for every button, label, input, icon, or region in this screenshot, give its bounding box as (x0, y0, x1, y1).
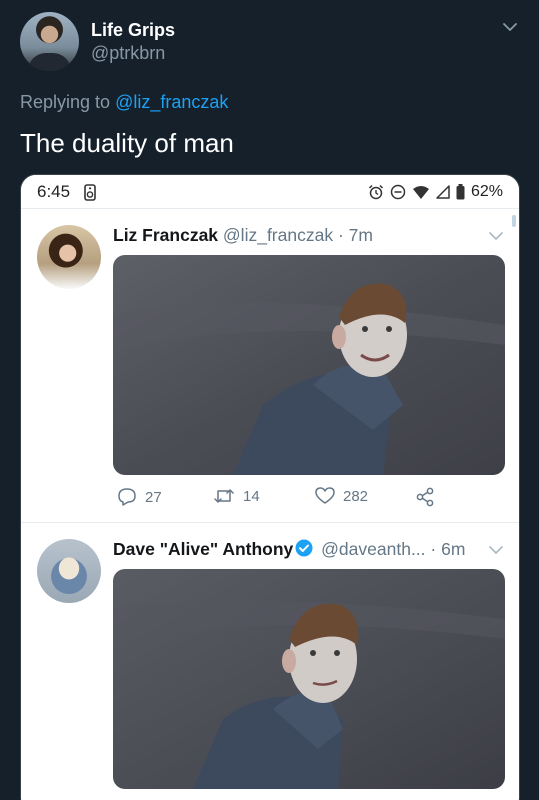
battery-icon (456, 184, 465, 200)
heart-icon (315, 487, 335, 504)
embedded-tweet-display-name[interactable]: Dave "Alive" Anthony (113, 539, 293, 559)
wifi-icon (412, 185, 429, 199)
phone-status-bar: 6:45 62% (21, 175, 519, 209)
embedded-tweet[interactable]: Liz Franczak @liz_franczak · 7m 27 14 28… (21, 211, 519, 523)
status-time: 6:45 (37, 182, 71, 201)
embedded-tweet-photo[interactable] (113, 569, 505, 789)
author-handle[interactable]: @ptrkbrn (91, 43, 165, 64)
retweet-icon (214, 489, 234, 503)
retweet-count: 14 (243, 487, 260, 505)
embedded-tweet-handle[interactable]: @liz_franczak (223, 225, 333, 245)
like-button[interactable]: 282 (315, 487, 368, 505)
share-button[interactable] (415, 487, 435, 507)
embedded-tweet-time[interactable]: · 7m (338, 225, 373, 245)
embedded-tweet-name-row: Liz Franczak @liz_franczak · 7m (113, 225, 373, 246)
replying-to: Replying to @liz_franczak (20, 92, 228, 113)
embedded-tweet-avatar[interactable] (37, 539, 101, 603)
author-display-name[interactable]: Life Grips (91, 20, 175, 41)
embedded-tweet-handle[interactable]: @daveanth... (321, 539, 425, 559)
embedded-tweet-display-name[interactable]: Liz Franczak (113, 225, 218, 245)
reply-icon (118, 488, 136, 506)
author-avatar[interactable] (20, 12, 79, 71)
reply-button[interactable]: 27 (117, 487, 162, 507)
verified-badge-icon (295, 539, 313, 557)
replying-prefix: Replying to (20, 92, 111, 112)
cell-signal-icon (436, 185, 450, 199)
do-not-disturb-icon (390, 184, 406, 200)
embedded-tweet[interactable]: Dave "Alive" Anthony @daveanth... · 6m (21, 525, 519, 800)
tweet-text: The duality of man (20, 128, 234, 158)
embedded-tweet-actions: 27 14 282 (113, 487, 453, 509)
chevron-down-icon[interactable] (489, 231, 503, 241)
chevron-down-icon[interactable] (489, 545, 503, 555)
battery-percent: 62% (470, 183, 503, 200)
embedded-tweet-photo[interactable] (113, 255, 505, 475)
chevron-down-icon[interactable] (501, 18, 519, 36)
retweet-button[interactable]: 14 (213, 487, 260, 505)
replying-mention-link[interactable]: @liz_franczak (115, 92, 228, 112)
alarm-icon (368, 184, 383, 200)
embedded-tweet-avatar[interactable] (37, 225, 101, 289)
share-icon (416, 487, 434, 507)
reply-count: 27 (145, 488, 162, 506)
tweet-header: Life Grips @ptrkbrn (20, 12, 525, 72)
speaker-icon (84, 184, 96, 201)
attached-screenshot[interactable]: 6:45 62% Liz Franczak @liz_franczak · 7m… (20, 174, 520, 800)
like-count: 282 (343, 487, 369, 505)
embedded-tweet-time[interactable]: · 6m (430, 539, 465, 559)
embedded-tweet-name-row: Dave "Alive" Anthony @daveanth... · 6m (113, 539, 465, 560)
